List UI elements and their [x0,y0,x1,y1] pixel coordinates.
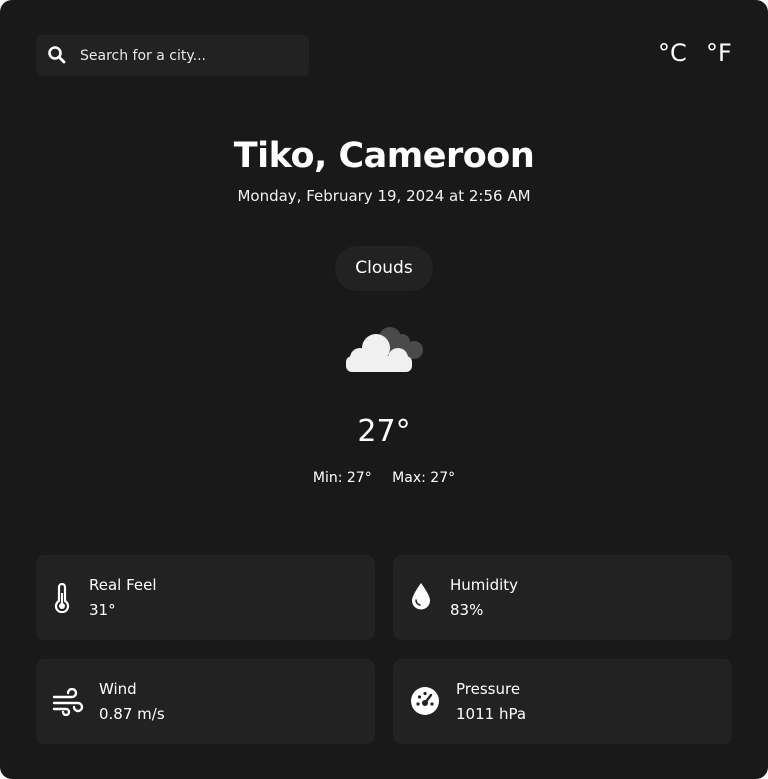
wind-card: Wind 0.87 m/s [36,659,375,744]
search-icon[interactable] [47,45,67,65]
gauge-icon [411,687,439,715]
thermometer-icon [54,583,70,613]
celsius-toggle[interactable]: °C [658,39,687,67]
clouds-icon [346,327,423,372]
min-temperature: Min: 27° [312,470,372,486]
humidity-card: Humidity 83% [393,555,732,640]
pressure-card: Pressure 1011 hPa [393,659,732,744]
droplet-icon [412,583,430,610]
max-temperature: Max: 27° [392,470,456,486]
humidity-value: 83% [450,601,484,619]
wind-value: 0.87 m/s [99,705,165,723]
search-input[interactable] [80,35,300,76]
wind-icon [52,688,84,716]
min-max-temperature: Min: 27° Max: 27° [0,470,768,486]
wind-label: Wind [99,680,137,698]
pressure-value: 1011 hPa [456,705,527,723]
humidity-label: Humidity [450,576,519,594]
pressure-label: Pressure [456,680,521,698]
real-feel-label: Real Feel [89,576,157,594]
real-feel-value: 31° [89,601,116,619]
fahrenheit-toggle[interactable]: °F [706,39,732,67]
city-name: Tiko, Cameroon [233,136,535,176]
local-datetime: Monday, February 19, 2024 at 2:56 AM [237,187,531,205]
real-feel-card: Real Feel 31° [36,555,375,640]
current-temperature: 27° [357,414,411,449]
weather-app: °C °F Tiko, Cameroon Monday, February 19… [0,0,768,779]
search-bar[interactable] [36,35,309,76]
condition-badge: Clouds [335,246,433,291]
